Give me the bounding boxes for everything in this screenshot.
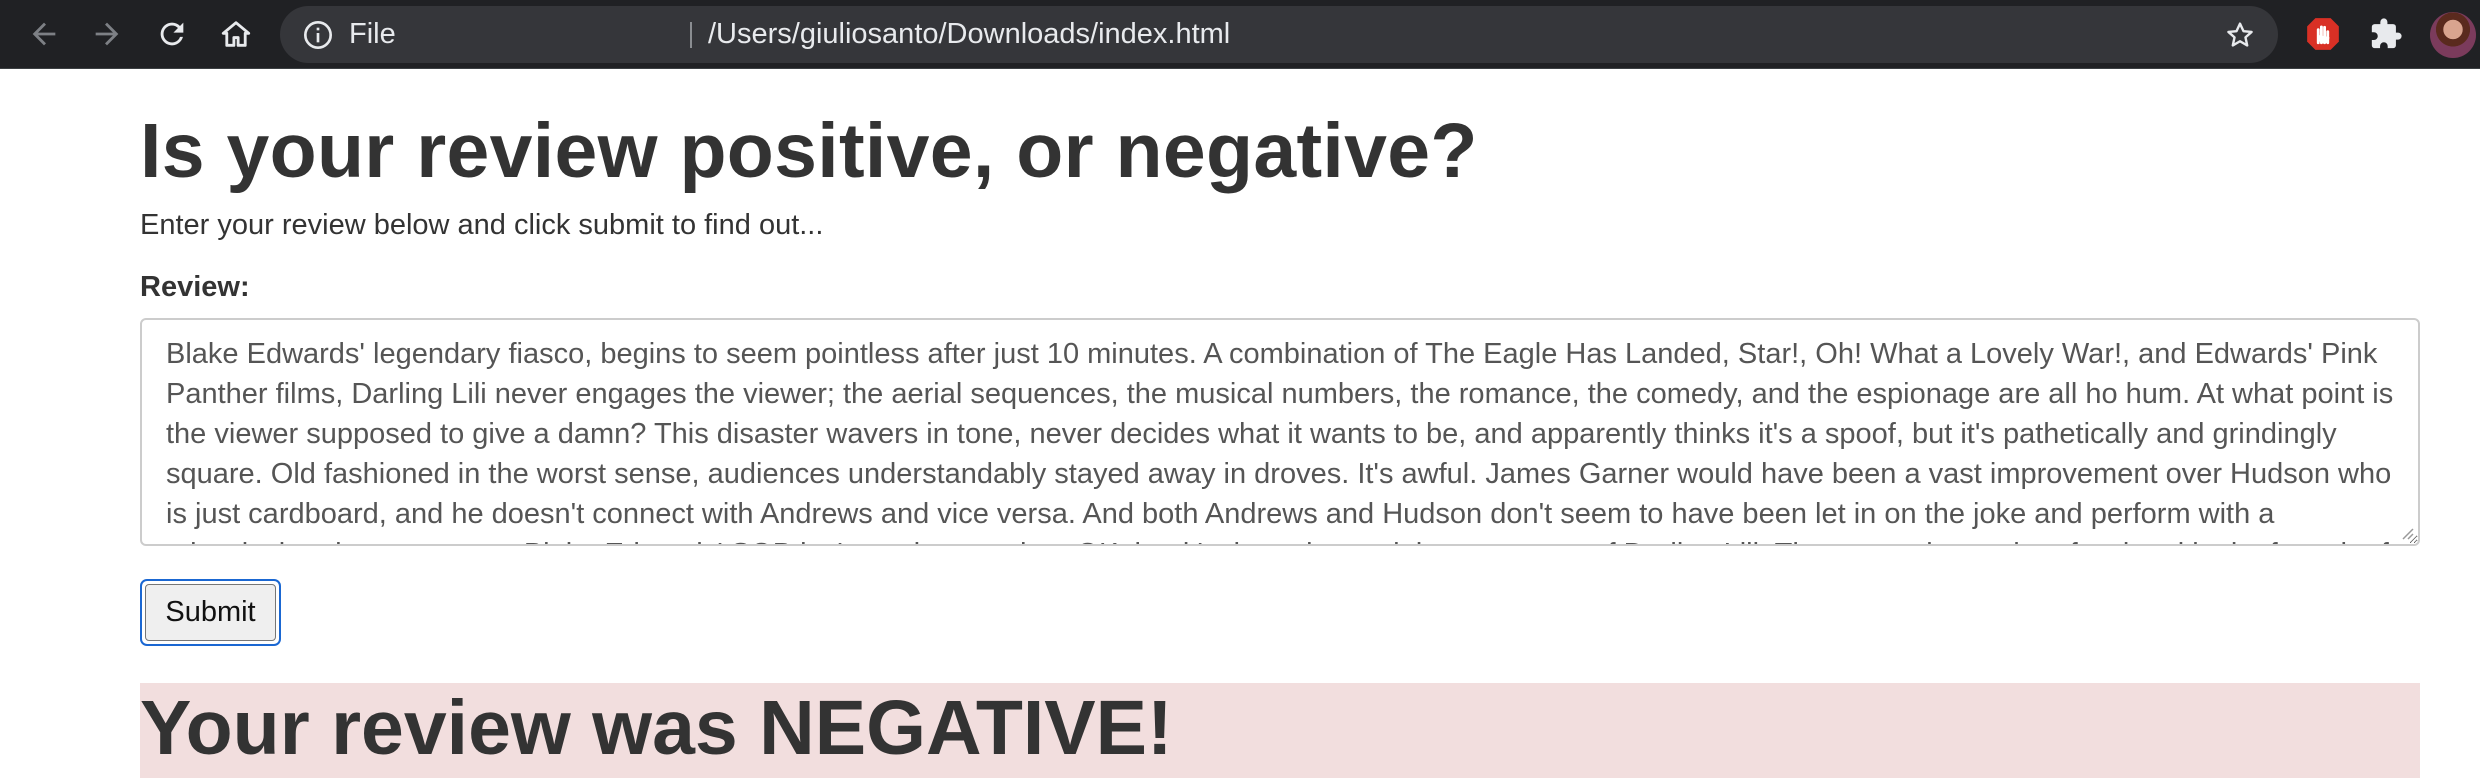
submit-button[interactable]: Submit xyxy=(140,579,281,646)
review-textarea[interactable]: Blake Edwards' legendary fiasco, begins … xyxy=(140,318,2420,546)
star-icon[interactable] xyxy=(2222,17,2258,53)
profile-avatar[interactable] xyxy=(2430,12,2476,58)
forward-button[interactable] xyxy=(83,10,131,58)
address-divider xyxy=(690,22,692,48)
resize-grip-icon[interactable] xyxy=(2398,524,2414,540)
instructions-text: Enter your review below and click submit… xyxy=(140,209,824,241)
result-banner: Your review was NEGATIVE! xyxy=(140,683,2420,778)
page-title: Is your review positive, or negative? xyxy=(140,108,1478,194)
review-text: Blake Edwards' legendary fiasco, begins … xyxy=(166,338,2394,544)
home-button[interactable] xyxy=(212,10,260,58)
reload-icon xyxy=(160,22,184,46)
info-icon[interactable] xyxy=(300,17,336,53)
back-arrow-icon xyxy=(32,22,56,46)
forward-arrow-icon xyxy=(95,22,119,46)
address-scheme: File xyxy=(349,18,396,50)
review-label: Review: xyxy=(140,271,250,303)
reload-button[interactable] xyxy=(148,10,196,58)
address-url[interactable]: /Users/giuliosanto/Downloads/index.html xyxy=(708,6,1230,63)
address-bar[interactable]: File /Users/giuliosanto/Downloads/index.… xyxy=(280,6,2278,63)
home-icon xyxy=(221,21,251,47)
stop-hand-icon[interactable] xyxy=(2303,14,2343,54)
puzzle-icon[interactable] xyxy=(2366,14,2406,54)
browser-toolbar: File /Users/giuliosanto/Downloads/index.… xyxy=(0,0,2480,69)
result-text: Your review was NEGATIVE! xyxy=(140,685,1173,771)
back-button[interactable] xyxy=(20,10,68,58)
submit-button-label: Submit xyxy=(145,584,276,641)
